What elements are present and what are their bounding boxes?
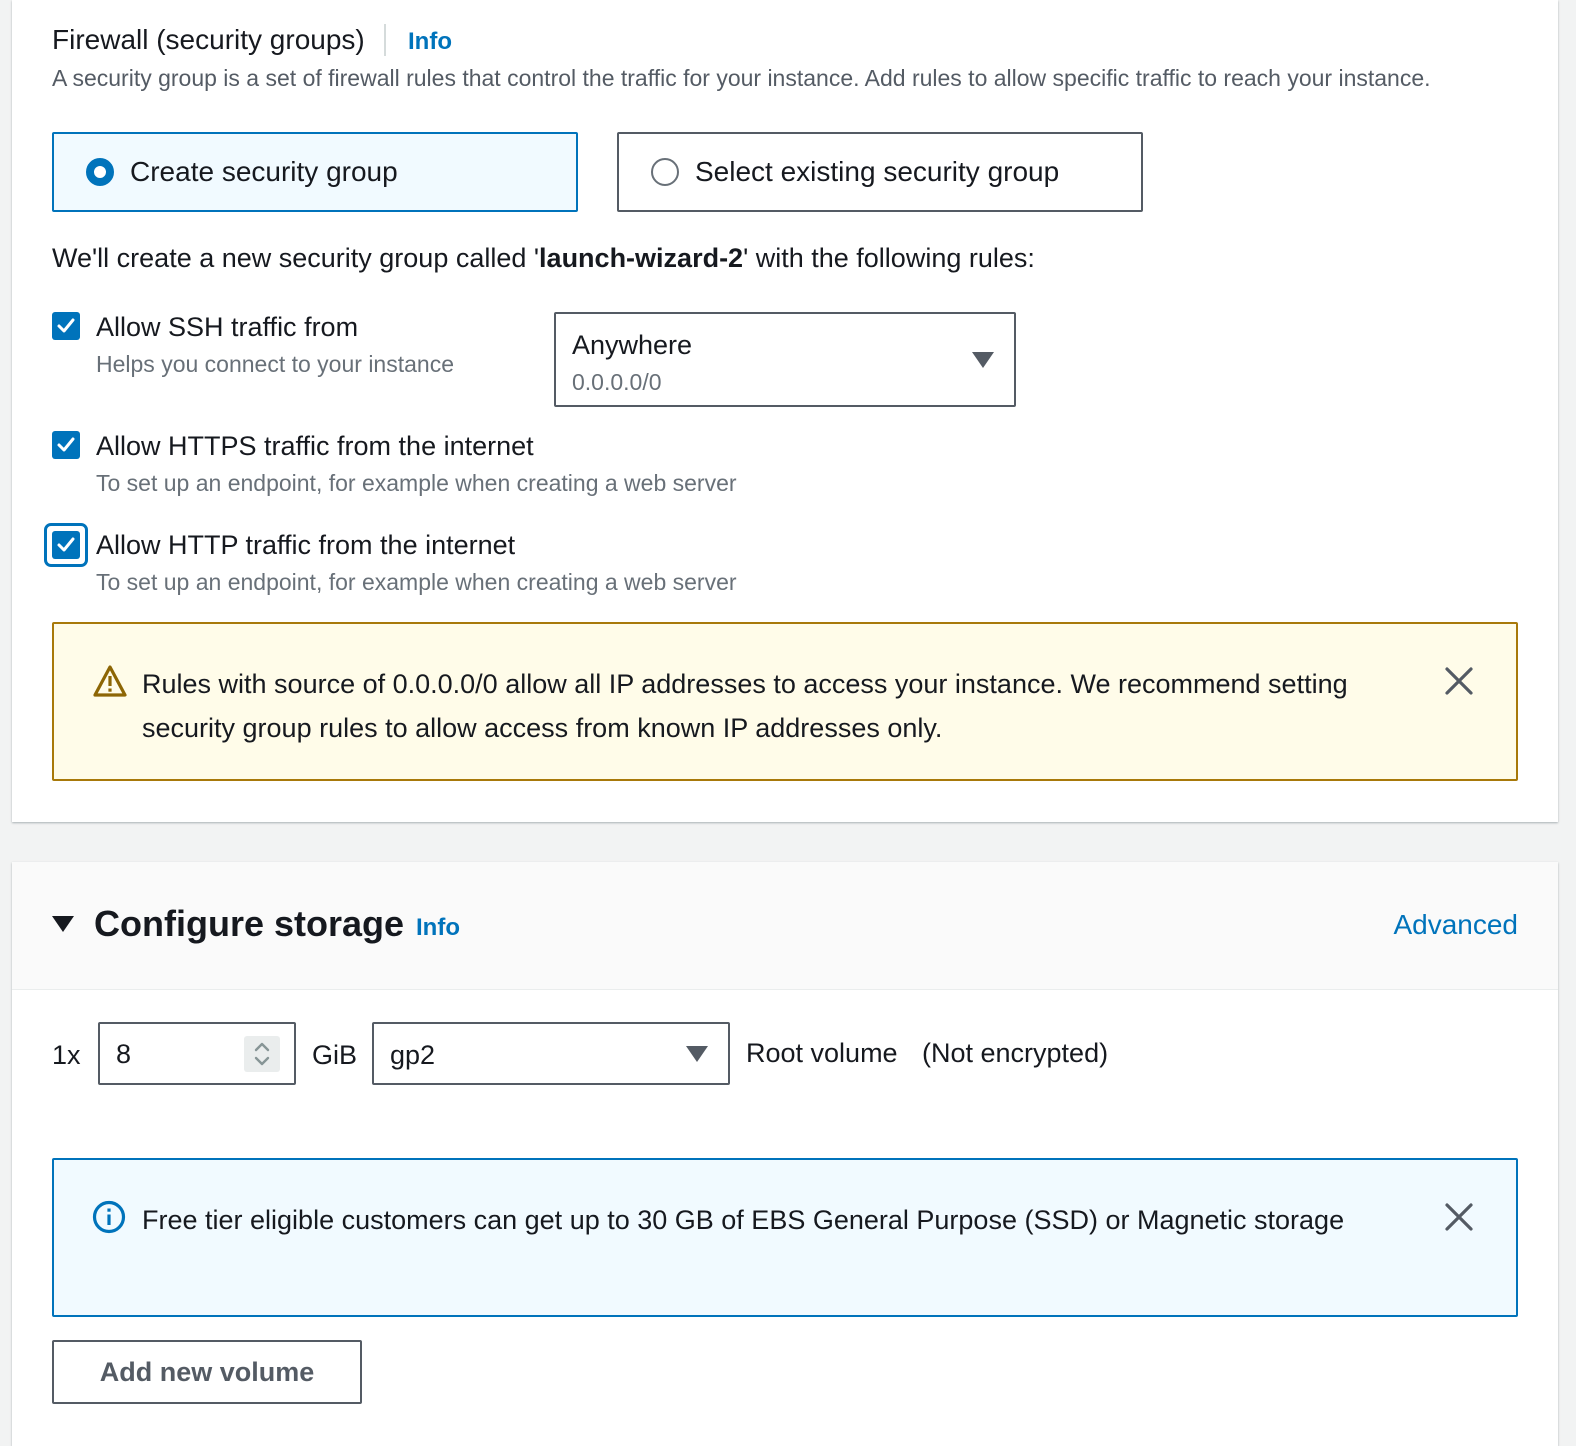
add-new-volume-button[interactable]: Add new volume xyxy=(52,1340,362,1404)
storage-info-link[interactable]: Info xyxy=(416,914,460,942)
http-rule-label: Allow HTTP traffic from the internet xyxy=(96,530,516,560)
ssh-source-label: Anywhere xyxy=(572,330,693,360)
security-group-name: launch-wizard-2 xyxy=(539,243,744,273)
free-tier-notice: Free tier eligible customers can get up … xyxy=(52,1158,1518,1317)
firewall-description: A security group is a set of firewall ru… xyxy=(52,65,1431,91)
checkmark-icon xyxy=(57,318,75,333)
close-icon[interactable] xyxy=(1444,1202,1474,1232)
ssh-source-value: 0.0.0.0/0 xyxy=(572,369,662,395)
configure-storage-panel: Configure storage Info Advanced 1x 8 GiB… xyxy=(12,862,1558,1446)
firewall-panel: Firewall (security groups) Info A securi… xyxy=(12,0,1558,822)
advanced-link[interactable]: Advanced xyxy=(1393,908,1518,942)
size-stepper[interactable] xyxy=(244,1036,280,1072)
encryption-status: (Not encrypted) xyxy=(922,1038,1109,1068)
create-security-group-option[interactable]: Create security group xyxy=(52,132,578,212)
ssh-rule-label: Allow SSH traffic from xyxy=(96,312,359,342)
volume-count-label: 1x xyxy=(52,1040,81,1070)
note-suffix: ' with the following rules: xyxy=(743,243,1035,273)
volume-size-input[interactable]: 8 xyxy=(98,1022,296,1085)
open-access-warning: Rules with source of 0.0.0.0/0 allow all… xyxy=(52,622,1518,781)
volume-type-select[interactable]: gp2 xyxy=(372,1022,730,1085)
stepper-arrows-icon xyxy=(254,1042,270,1066)
firewall-title: Firewall (security groups) xyxy=(52,24,365,55)
http-checkbox[interactable] xyxy=(52,531,80,559)
http-rule-description: To set up an endpoint, for example when … xyxy=(96,569,737,595)
https-rule-description: To set up an endpoint, for example when … xyxy=(96,470,737,496)
dropdown-caret-icon xyxy=(972,352,994,368)
title-divider xyxy=(384,24,386,56)
security-group-note: We'll create a new security group called… xyxy=(52,240,1035,276)
ssh-checkbox[interactable] xyxy=(52,312,80,340)
ssh-source-select[interactable]: Anywhere 0.0.0.0/0 xyxy=(554,312,1016,407)
warning-icon xyxy=(93,665,127,697)
create-security-group-label: Create security group xyxy=(130,156,398,187)
checkmark-icon xyxy=(57,437,75,452)
firewall-info-link[interactable]: Info xyxy=(408,28,452,56)
select-existing-security-group-label: Select existing security group xyxy=(695,156,1060,187)
storage-title: Configure storage xyxy=(94,903,405,944)
radio-unselected-icon[interactable] xyxy=(651,158,679,186)
volume-size-value: 8 xyxy=(116,1039,132,1069)
volume-type-value: gp2 xyxy=(390,1040,436,1070)
ssh-rule-description: Helps you connect to your instance xyxy=(96,351,454,377)
https-rule-label: Allow HTTPS traffic from the internet xyxy=(96,431,534,461)
note-prefix: We'll create a new security group called… xyxy=(52,243,540,273)
warning-text: Rules with source of 0.0.0.0/0 allow all… xyxy=(142,669,1348,743)
root-volume-label: Root volume xyxy=(746,1038,898,1068)
http-checkbox-focus-ring xyxy=(44,523,88,567)
radio-selected-icon[interactable] xyxy=(86,158,114,186)
free-tier-text: Free tier eligible customers can get up … xyxy=(142,1205,1345,1235)
checkmark-icon xyxy=(57,537,75,552)
select-existing-security-group-option[interactable]: Select existing security group xyxy=(617,132,1143,212)
info-circle-icon xyxy=(92,1200,126,1234)
size-unit-label: GiB xyxy=(312,1040,358,1070)
collapse-caret-icon[interactable] xyxy=(52,916,74,932)
close-icon[interactable] xyxy=(1444,666,1474,696)
https-checkbox[interactable] xyxy=(52,431,80,459)
dropdown-caret-icon xyxy=(686,1046,708,1062)
